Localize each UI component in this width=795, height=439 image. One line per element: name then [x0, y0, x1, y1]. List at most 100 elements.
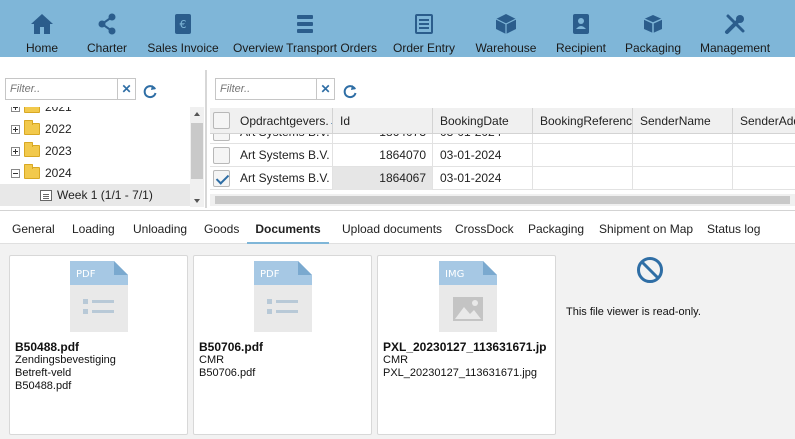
cell-sender-name [633, 167, 733, 190]
nav-overview-transport-orders[interactable]: Overview Transport Orders [233, 0, 377, 57]
detail-tabs: General Loading Unloading Goods Document… [0, 210, 795, 245]
share-icon [95, 12, 119, 36]
tab-crossdock[interactable]: CrossDock [449, 211, 520, 245]
expand-icon[interactable] [11, 146, 20, 156]
tree-item-label: Week 1 (1/1 - 7/1) [57, 188, 153, 202]
nav-label: Charter [86, 41, 127, 55]
nav-packaging[interactable]: Packaging [625, 0, 681, 57]
document-name: PXL_20230127_113631671.jp [383, 340, 547, 354]
invoice-icon: € [171, 12, 195, 36]
scroll-down-icon[interactable] [194, 199, 200, 203]
address-book-icon [569, 12, 593, 36]
tab-loading[interactable]: Loading [66, 211, 121, 245]
column-header-booking-reference[interactable]: BookingReference [533, 108, 633, 134]
refresh-icon[interactable] [142, 83, 158, 99]
orders-grid: Art Systems B.V. 1864073 03-01-2024 Art … [210, 108, 795, 208]
tree-item[interactable]: 2022 [0, 118, 72, 140]
tree-item-label: 2022 [45, 122, 72, 136]
row-checkbox-checked[interactable] [213, 170, 230, 187]
collapse-icon[interactable] [11, 168, 20, 178]
nav-charter[interactable]: Charter [79, 0, 135, 57]
tab-unloading[interactable]: Unloading [127, 211, 193, 245]
cell-customer: Art Systems B.V. [233, 144, 333, 167]
select-all-checkbox[interactable] [213, 112, 230, 129]
svg-text:€: € [180, 18, 187, 31]
document-card[interactable]: IMG PXL_20230127_113631671.jp CMR PXL_20… [377, 255, 556, 435]
calendar-list-icon [40, 189, 52, 201]
document-card[interactable]: PDF B50706.pdf CMR B50706.pdf [193, 255, 372, 435]
tree-filter-input[interactable] [6, 79, 135, 99]
column-header-id[interactable]: Id [333, 108, 433, 134]
panel-splitter[interactable] [205, 70, 207, 208]
document-filename: B50488.pdf [15, 380, 72, 392]
nav-label: Overview Transport Orders [232, 41, 378, 55]
grid-filter: ✕ [215, 78, 335, 100]
tab-documents[interactable]: Documents [247, 211, 329, 245]
nav-label: Management [699, 41, 771, 55]
nav-label: Recipient [555, 41, 607, 55]
document-name: B50488.pdf [15, 340, 80, 354]
nav-warehouse[interactable]: Warehouse [476, 0, 536, 57]
table-row[interactable]: Art Systems B.V. 1864070 03-01-2024 [210, 144, 795, 167]
readonly-message: This file viewer is read-only. [566, 306, 701, 318]
tools-icon [723, 12, 747, 36]
cell-booking-date: 03-01-2024 [433, 144, 533, 167]
nav-label: Order Entry [393, 41, 456, 55]
tree-scrollbar[interactable] [190, 107, 204, 207]
tree-item[interactable]: 2021 [0, 107, 72, 118]
tree-item-week[interactable]: Week 1 (1/1 - 7/1) [0, 184, 190, 206]
document-filename: B50706.pdf [199, 367, 256, 379]
file-type-badge: PDF [76, 269, 96, 280]
grid-header: Opdrachtgevers. Id BookingDate BookingRe… [210, 108, 795, 134]
document-card[interactable]: PDF B50488.pdf Zendingsbevestiging Betre… [9, 255, 188, 435]
nav-recipient[interactable]: Recipient [556, 0, 606, 57]
scroll-up-icon[interactable] [194, 112, 200, 116]
tree-item-label: 2024 [45, 166, 72, 180]
nav-sales-invoice[interactable]: € Sales Invoice [147, 0, 219, 57]
tree-filter: ✕ [5, 78, 136, 100]
expand-icon[interactable] [11, 124, 20, 134]
tab-upload-documents[interactable]: Upload documents [336, 211, 448, 245]
order-entry-icon [412, 12, 436, 36]
tab-status-log[interactable]: Status log [701, 211, 766, 245]
tab-shipment-on-map[interactable]: Shipment on Map [593, 211, 699, 245]
image-file-icon: IMG [439, 261, 497, 332]
table-row-selected[interactable]: Art Systems B.V. 1864067 03-01-2024 [210, 167, 795, 190]
scrollbar-thumb[interactable] [215, 196, 790, 204]
column-header-sender-address[interactable]: SenderAddr [733, 108, 795, 134]
tree-item[interactable]: 2023 [0, 140, 72, 162]
row-checkbox[interactable] [213, 147, 230, 164]
packaging-icon [641, 12, 665, 36]
column-header-sender-name[interactable]: SenderName [633, 108, 733, 134]
nav-management[interactable]: Management [699, 0, 771, 57]
column-label: Opdrachtgevers. [240, 114, 329, 128]
column-header-customer[interactable]: Opdrachtgevers. [233, 108, 333, 134]
tree-item[interactable]: 2024 [0, 162, 72, 184]
cell-sender-address [733, 144, 795, 167]
tab-goods[interactable]: Goods [198, 211, 245, 245]
warehouse-icon [494, 12, 518, 36]
pdf-file-icon: PDF [254, 261, 312, 332]
document-name: B50706.pdf [199, 340, 264, 354]
document-filename: PXL_20230127_113631671.jpg [383, 367, 537, 379]
document-description: Betreft-veld [15, 367, 72, 379]
folder-icon [24, 120, 40, 135]
expand-icon[interactable] [11, 107, 20, 112]
folder-icon [24, 107, 40, 113]
nav-home[interactable]: Home [14, 0, 70, 57]
tab-packaging[interactable]: Packaging [522, 211, 590, 245]
column-header-booking-date[interactable]: BookingDate [433, 108, 533, 134]
folder-open-icon [24, 164, 40, 179]
cell-booking-date: 03-01-2024 [433, 167, 533, 190]
file-type-badge: IMG [445, 269, 464, 280]
grid-horizontal-scrollbar[interactable] [210, 194, 795, 206]
clear-icon[interactable]: ✕ [316, 79, 334, 99]
clear-icon[interactable]: ✕ [117, 79, 135, 99]
refresh-icon[interactable] [342, 83, 358, 99]
nav-order-entry[interactable]: Order Entry [393, 0, 456, 57]
scrollbar-thumb[interactable] [191, 123, 203, 179]
file-type-badge: PDF [260, 269, 280, 280]
cell-customer: Art Systems B.V. [233, 167, 333, 190]
tab-general[interactable]: General [6, 211, 61, 245]
tree-item-label: 2023 [45, 144, 72, 158]
